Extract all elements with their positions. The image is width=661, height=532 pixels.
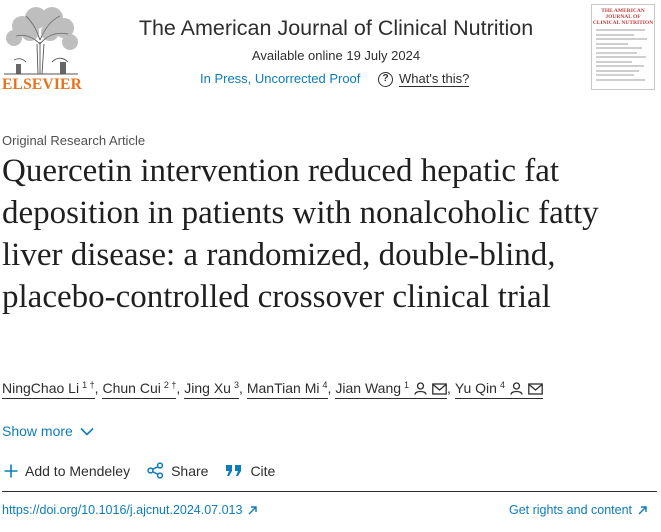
get-rights-link[interactable]: Get rights and content <box>509 503 647 517</box>
show-more-label: Show more <box>2 423 73 439</box>
author-affiliation: 4 <box>499 380 505 390</box>
author-name: ManTian Mi <box>246 380 320 396</box>
journal-title[interactable]: The American Journal of Clinical Nutriti… <box>124 16 548 41</box>
author-name: Jing Xu <box>184 380 231 396</box>
author-link[interactable]: ManTian Mi 4 <box>246 380 328 399</box>
doi-link[interactable]: https://doi.org/10.1016/j.ajcnut.2024.07… <box>2 503 258 517</box>
author-affiliation: 2 † <box>163 380 177 390</box>
person-icon <box>510 382 523 398</box>
whats-this-label: What's this? <box>399 71 470 87</box>
author-link[interactable]: NingChao Li 1 † <box>2 380 95 399</box>
publisher-name: ELSEVIER <box>2 76 82 93</box>
author-affiliation: 3 <box>233 380 239 390</box>
author-affiliation: 4 <box>322 380 328 390</box>
chevron-down-icon <box>80 427 94 436</box>
author-name: Jian Wang <box>335 380 402 396</box>
email-icon <box>528 382 543 398</box>
whats-this-button[interactable]: ? What's this? <box>378 71 470 87</box>
in-press-link[interactable]: In Press, Uncorrected Proof <box>200 71 360 86</box>
author-name: NingChao Li <box>2 380 80 396</box>
author-name: Chun Cui <box>102 380 161 396</box>
cite-label: Cite <box>250 462 276 479</box>
show-more-button[interactable]: Show more <box>2 423 94 439</box>
author-link[interactable]: Jing Xu 3 <box>184 380 239 399</box>
article-actions: Add to Mendeley Share Cite <box>4 462 292 479</box>
add-to-mendeley-button[interactable]: Add to Mendeley <box>4 463 130 479</box>
share-label: Share <box>171 462 209 479</box>
doi-label: https://doi.org/10.1016/j.ajcnut.2024.07… <box>2 503 243 517</box>
author-link[interactable]: Jian Wang 1 <box>335 380 448 399</box>
author-name: Yu Qin <box>454 380 497 396</box>
external-link-arrow-icon <box>248 505 258 514</box>
external-link-arrow-icon <box>638 505 647 514</box>
article-type: Original Research Article <box>2 133 146 148</box>
cover-journal-name: THE AMERICAN JOURNAL OF CLINICAL NUTRITI… <box>592 8 654 26</box>
divider <box>2 491 657 492</box>
add-to-mendeley-label: Add to Mendeley <box>25 462 131 479</box>
get-rights-label: Get rights and content <box>509 503 632 517</box>
article-title: Quercetin intervention reduced hepatic f… <box>2 153 599 315</box>
available-online-date: Available online 19 July 2024 <box>251 48 421 63</box>
quote-icon <box>226 465 242 476</box>
email-icon <box>432 382 447 398</box>
author-list: NingChao Li 1 † , Chun Cui 2 † , Jing Xu… <box>2 380 657 399</box>
cite-button[interactable]: Cite <box>225 463 275 479</box>
person-icon <box>414 382 427 398</box>
author-link[interactable]: Yu Qin 4 <box>454 380 543 399</box>
plus-icon <box>4 464 18 477</box>
share-button[interactable]: Share <box>147 462 208 479</box>
share-icon <box>147 462 164 479</box>
journal-cover-thumbnail[interactable]: THE AMERICAN JOURNAL OF CLINICAL NUTRITI… <box>591 4 655 90</box>
help-icon: ? <box>378 71 393 87</box>
author-affiliation: 1 † <box>82 380 95 390</box>
tree-logo-icon <box>4 7 78 75</box>
author-affiliation: 1 <box>404 380 410 390</box>
author-link[interactable]: Chun Cui 2 † <box>102 380 177 399</box>
cover-text-lines <box>596 29 650 81</box>
